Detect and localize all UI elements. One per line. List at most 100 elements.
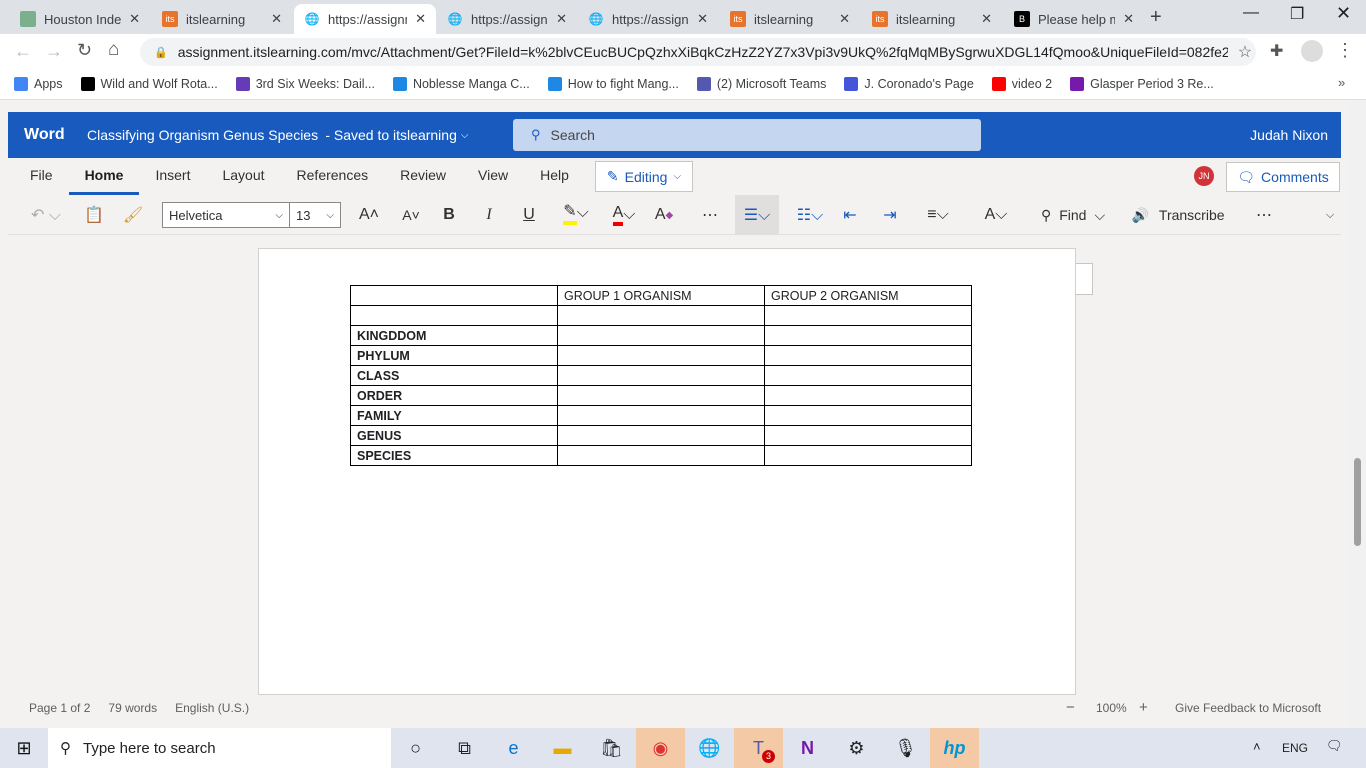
highlight-button[interactable]: ✎ ⌵ <box>558 195 594 235</box>
close-tab-icon[interactable]: ✕ <box>271 11 282 27</box>
expand-ribbon-button[interactable]: ⌵ <box>1320 195 1340 235</box>
group1-cell[interactable] <box>557 425 765 446</box>
shrink-font-button[interactable]: A˅ <box>398 195 424 235</box>
more-options-button[interactable]: ⋯ <box>1252 195 1276 235</box>
bookmark-item[interactable]: Noblesse Manga C... <box>392 76 530 91</box>
close-window-button[interactable]: ✕ <box>1336 3 1351 24</box>
edge-icon[interactable]: e <box>489 728 538 768</box>
grow-font-button[interactable]: A˄ <box>356 195 382 235</box>
tab-insert[interactable]: Insert <box>139 158 206 195</box>
zoom-in-button[interactable]: + <box>1139 699 1148 716</box>
scrollbar-thumb[interactable] <box>1354 458 1361 546</box>
close-tab-icon[interactable]: ✕ <box>556 11 567 27</box>
tab-view[interactable]: View <box>462 158 524 195</box>
group1-cell[interactable] <box>557 365 765 386</box>
comment-margin-tab[interactable] <box>1076 263 1093 295</box>
comments-button[interactable]: 🗨 Comments <box>1226 162 1340 192</box>
reload-button[interactable]: ↻ <box>77 40 92 61</box>
group1-cell[interactable] <box>557 405 765 426</box>
bookmark-item[interactable]: Wild and Wolf Rota... <box>80 76 218 91</box>
browser-tab[interactable]: 🌐 https://assignm ✕ <box>294 4 436 34</box>
restore-button[interactable]: ❐ <box>1290 4 1304 24</box>
group2-cell[interactable] <box>764 405 972 426</box>
bookmark-item[interactable]: How to fight Mang... <box>547 76 679 91</box>
store-icon[interactable]: 🛍 <box>587 728 636 768</box>
browser-tab[interactable]: B Please help me ✕ <box>1004 4 1144 34</box>
font-name-select[interactable]: Helvetica ⌵ <box>162 202 290 228</box>
app-name[interactable]: Word <box>24 126 87 144</box>
find-button[interactable]: ⚲ Find ⌵ <box>1033 195 1113 235</box>
group2-cell[interactable] <box>764 325 972 346</box>
rank-label-cell[interactable]: ORDER <box>350 385 558 406</box>
menu-icon[interactable]: ⋮ <box>1336 40 1354 61</box>
styles-button[interactable]: A⌵ <box>978 195 1014 235</box>
profile-avatar[interactable] <box>1301 40 1323 62</box>
start-button[interactable]: ⊞ <box>0 728 48 768</box>
numbering-button[interactable]: ☷⌵ <box>792 195 828 235</box>
language-indicator[interactable]: ENG <box>1282 741 1308 755</box>
format-painter-icon[interactable]: 🖌 <box>120 195 146 235</box>
tab-file[interactable]: File <box>14 158 69 195</box>
teams-icon[interactable]: T3 <box>734 728 783 768</box>
tab-references[interactable]: References <box>281 158 385 195</box>
more-bookmarks-icon[interactable]: » <box>1338 75 1345 90</box>
bookmark-item[interactable]: video 2 <box>991 76 1052 91</box>
table-header-cell[interactable] <box>350 285 558 306</box>
rank-label-cell[interactable]: SPECIES <box>350 445 558 466</box>
bold-button[interactable]: B <box>438 195 460 235</box>
bookmark-star-icon[interactable]: ☆ <box>1238 42 1252 62</box>
increase-indent-button[interactable]: ⇥ <box>878 195 902 235</box>
align-button[interactable]: ≡⌵ <box>918 195 958 235</box>
chrome-icon[interactable]: ◉ <box>636 728 685 768</box>
tab-layout[interactable]: Layout <box>206 158 280 195</box>
language[interactable]: English (U.S.) <box>175 701 249 715</box>
new-tab-button[interactable]: + <box>1150 6 1162 29</box>
bookmark-item[interactable]: Apps <box>14 76 63 91</box>
close-tab-icon[interactable]: ✕ <box>981 11 992 27</box>
notifications-icon[interactable]: 🗨 <box>1326 738 1343 754</box>
app-icon[interactable]: 🎙 <box>881 728 930 768</box>
group1-cell[interactable] <box>557 345 765 366</box>
underline-button[interactable]: U <box>518 195 540 235</box>
file-explorer-icon[interactable]: ▬ <box>538 728 587 768</box>
browser-tab[interactable]: 🌐 https://assignm ✕ <box>578 4 718 34</box>
group1-cell[interactable] <box>557 305 765 326</box>
close-tab-icon[interactable]: ✕ <box>415 11 426 27</box>
onenote-icon[interactable]: N <box>783 728 832 768</box>
rank-label-cell[interactable]: KINGDDOM <box>350 325 558 346</box>
group2-cell[interactable] <box>764 425 972 446</box>
word-count[interactable]: 79 words <box>108 701 157 715</box>
group2-cell[interactable] <box>764 305 972 326</box>
search-input[interactable]: ⚲ Search <box>513 119 981 151</box>
group1-cell[interactable] <box>557 325 765 346</box>
save-status[interactable]: - Saved to itslearning <box>325 127 457 143</box>
feedback-link[interactable]: Give Feedback to Microsoft <box>1175 701 1321 715</box>
user-name[interactable]: Judah Nixon <box>1250 127 1328 143</box>
globe-app-icon[interactable]: 🌐 <box>685 728 734 768</box>
group2-cell[interactable] <box>764 385 972 406</box>
close-tab-icon[interactable]: ✕ <box>1123 11 1134 27</box>
settings-icon[interactable]: ⚙ <box>832 728 881 768</box>
close-tab-icon[interactable]: ✕ <box>697 11 708 27</box>
vertical-scrollbar[interactable] <box>1350 100 1366 728</box>
document-title[interactable]: Classifying Organism Genus Species <box>87 127 318 143</box>
table-header-cell[interactable]: GROUP 1 ORGANISM <box>557 285 765 306</box>
browser-tab[interactable]: 🌐 https://assignm ✕ <box>437 4 577 34</box>
zoom-out-button[interactable]: − <box>1066 699 1075 716</box>
browser-tab[interactable]: its itslearning ✕ <box>720 4 860 34</box>
url-input[interactable]: 🔒 assignment.itslearning.com/mvc/Attachm… <box>140 38 1256 66</box>
more-font-options-button[interactable]: ⋯ <box>698 195 722 235</box>
rank-label-cell[interactable]: PHYLUM <box>350 345 558 366</box>
browser-tab[interactable]: its itslearning ✕ <box>862 4 1002 34</box>
browser-tab[interactable]: Houston Indep ✕ <box>10 4 150 34</box>
hp-icon[interactable]: hp <box>930 728 979 768</box>
classification-table[interactable]: GROUP 1 ORGANISM GROUP 2 ORGANISM KINGDDOM… <box>350 285 972 466</box>
page-count[interactable]: Page 1 of 2 <box>29 701 90 715</box>
group2-cell[interactable] <box>764 445 972 466</box>
user-avatar[interactable]: JN <box>1194 166 1214 186</box>
cortana-icon[interactable]: ○ <box>391 728 440 768</box>
taskbar-search[interactable]: ⚲ Type here to search <box>48 728 391 768</box>
paste-button[interactable]: 📋 <box>74 195 114 235</box>
table-header-cell[interactable]: GROUP 2 ORGANISM <box>764 285 972 306</box>
editing-mode-button[interactable]: ✎ Editing ⌵ <box>595 161 693 192</box>
